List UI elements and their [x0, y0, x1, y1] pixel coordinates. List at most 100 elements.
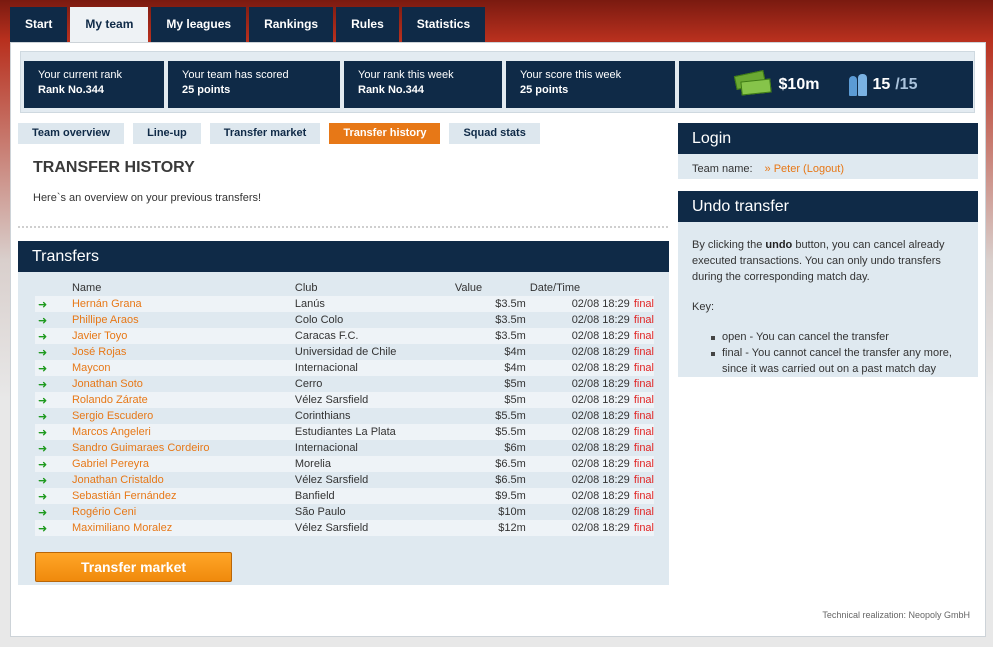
- squad-count: 15: [872, 75, 891, 93]
- table-row: ➜ Sebastián Fernández Banfield $9.5m 02/08 1…: [35, 488, 654, 504]
- table-row: ➜ Hernán Grana Lanús $3.5m 02/08 18:29 final: [35, 296, 654, 312]
- transfer-date: 02/08 18:29: [529, 360, 634, 376]
- tab-start[interactable]: Start: [10, 7, 68, 42]
- club-name: Banfield: [294, 488, 455, 504]
- player-name-link[interactable]: Sebastián Fernández: [71, 488, 295, 504]
- column-header-name: Name: [71, 282, 102, 294]
- club-name: Colo Colo: [294, 312, 455, 328]
- transfer-arrow-icon: ➜: [35, 456, 72, 472]
- subtab-transfer-market[interactable]: Transfer market: [209, 123, 321, 144]
- club-name: Vélez Sarsfield: [294, 520, 455, 536]
- transfer-market-button[interactable]: Transfer market: [35, 552, 232, 582]
- player-name-link[interactable]: Maximiliano Moralez: [71, 520, 295, 536]
- undo-text-before: By clicking the: [692, 239, 766, 251]
- transfers-heading: Transfers: [18, 241, 669, 272]
- login-heading: Login: [678, 123, 978, 154]
- transfer-value: $9.5m: [454, 488, 530, 504]
- stat-team-scored-label: Your team has scored: [182, 69, 289, 81]
- club-name: Estudiantes La Plata: [294, 424, 455, 440]
- stat-team-scored-value: 25 points: [182, 84, 231, 96]
- tab-rules[interactable]: Rules: [336, 7, 399, 42]
- cash-icon: [733, 69, 773, 97]
- transfer-value: $3.5m: [454, 296, 530, 312]
- player-name-link[interactable]: Phillipe Araos: [71, 312, 295, 328]
- stat-week-score-label: Your score this week: [520, 69, 622, 81]
- transfer-arrow-icon: ➜: [35, 392, 72, 408]
- player-name-link[interactable]: Hernán Grana: [71, 296, 295, 312]
- table-header-row: Name Club Value Date/Time: [35, 280, 654, 296]
- club-name: Universidad de Chile: [294, 344, 455, 360]
- transfer-value: $3.5m: [454, 312, 530, 328]
- subtab-team-overview[interactable]: Team overview: [18, 123, 125, 144]
- transfer-value: $6.5m: [454, 456, 530, 472]
- transfer-date: 02/08 18:29: [529, 504, 634, 520]
- transfer-value: $10m: [454, 504, 530, 520]
- transfer-arrow-icon: ➜: [35, 408, 72, 424]
- transfer-value: $5m: [454, 376, 530, 392]
- player-name-link[interactable]: Marcos Angeleri: [71, 424, 295, 440]
- table-row: ➜ Rogério Ceni São Paulo $10m 02/08 18:29 fin…: [35, 504, 654, 520]
- subtab-line-up[interactable]: Line-up: [133, 123, 201, 144]
- transfer-status: final: [633, 472, 654, 488]
- transfer-value: $5.5m: [454, 424, 530, 440]
- player-name-link[interactable]: Sergio Escudero: [71, 408, 295, 424]
- tab-rankings[interactable]: Rankings: [249, 7, 334, 42]
- transfer-date: 02/08 18:29: [529, 440, 634, 456]
- undo-panel: Undo transfer By clicking the undo butto…: [678, 191, 978, 377]
- transfer-status: final: [633, 376, 654, 392]
- stats-bar: Your current rank Rank No.344 Your team …: [20, 51, 975, 113]
- login-panel: Login Team name: » Peter (Logout): [678, 123, 978, 179]
- stat-week-rank-value: Rank No.344: [358, 84, 425, 96]
- player-name-link[interactable]: Javier Toyo: [71, 328, 295, 344]
- player-name-link[interactable]: Rolando Zárate: [71, 392, 295, 408]
- tab-statistics[interactable]: Statistics: [401, 7, 486, 42]
- player-name-link[interactable]: Jonathan Soto: [71, 376, 295, 392]
- transfer-value: $6m: [454, 440, 530, 456]
- transfer-arrow-icon: ➜: [35, 504, 72, 520]
- transfer-status: final: [633, 456, 654, 472]
- tab-my-team[interactable]: My team: [70, 7, 149, 43]
- stat-current-rank-label: Your current rank: [38, 69, 122, 81]
- table-row: ➜ Jonathan Soto Cerro $5m 02/08 18:29 final: [35, 376, 654, 392]
- club-name: Morelia: [294, 456, 455, 472]
- squad-max: /15: [895, 75, 918, 93]
- player-name-link[interactable]: José Rojas: [71, 344, 295, 360]
- transfer-arrow-icon: ➜: [35, 344, 72, 360]
- subtab-squad-stats[interactable]: Squad stats: [449, 123, 540, 144]
- transfer-date: 02/08 18:29: [529, 328, 634, 344]
- logout-link[interactable]: » Peter (Logout): [765, 163, 845, 175]
- subtab-transfer-history[interactable]: Transfer history: [329, 123, 441, 144]
- player-name-link[interactable]: Gabriel Pereyra: [71, 456, 295, 472]
- transfer-date: 02/08 18:29: [529, 312, 634, 328]
- transfer-status: final: [633, 360, 654, 376]
- player-name-link[interactable]: Rogério Ceni: [71, 504, 295, 520]
- table-row: ➜ Jonathan Cristaldo Vélez Sarsfield $6.5m 0…: [35, 472, 654, 488]
- club-name: Internacional: [294, 440, 455, 456]
- tab-my-leagues[interactable]: My leagues: [151, 7, 247, 42]
- content-frame: Your current rank Rank No.344 Your team …: [10, 42, 986, 637]
- login-team-row: Team name: » Peter (Logout): [678, 154, 978, 175]
- player-name-link[interactable]: Jonathan Cristaldo: [71, 472, 295, 488]
- club-name: Lanús: [294, 296, 455, 312]
- transfer-arrow-icon: ➜: [35, 296, 72, 312]
- club-name: Vélez Sarsfield: [294, 392, 455, 408]
- team-name-label: Team name:: [692, 163, 753, 175]
- table-row: ➜ José Rojas Universidad de Chile $4m 02/08 …: [35, 344, 654, 360]
- table-row: ➜ Rolando Zárate Vélez Sarsfield $5m 02/08 1…: [35, 392, 654, 408]
- table-row: ➜ Maycon Internacional $4m 02/08 18:29 final: [35, 360, 654, 376]
- transfers-panel: Transfers Name Club Value Date/Time ➜ Her…: [18, 241, 669, 585]
- undo-heading: Undo transfer: [678, 191, 978, 222]
- transfer-status: final: [633, 328, 654, 344]
- top-navigation: Start My team My leagues Rankings Rules …: [10, 7, 486, 43]
- player-name-link[interactable]: Maycon: [71, 360, 295, 376]
- transfer-arrow-icon: ➜: [35, 488, 72, 504]
- column-header-date: Date/Time: [529, 282, 581, 294]
- transfer-status: final: [633, 520, 654, 536]
- stat-budget-squad: $10m 15/15: [679, 61, 973, 108]
- transfer-status: final: [633, 488, 654, 504]
- transfer-value: $5m: [454, 392, 530, 408]
- transfers-table: Name Club Value Date/Time ➜ Hernán Grana L…: [35, 280, 654, 536]
- player-name-link[interactable]: Sandro Guimaraes Cordeiro: [71, 440, 295, 456]
- transfer-arrow-icon: ➜: [35, 376, 72, 392]
- transfer-arrow-icon: ➜: [35, 328, 72, 344]
